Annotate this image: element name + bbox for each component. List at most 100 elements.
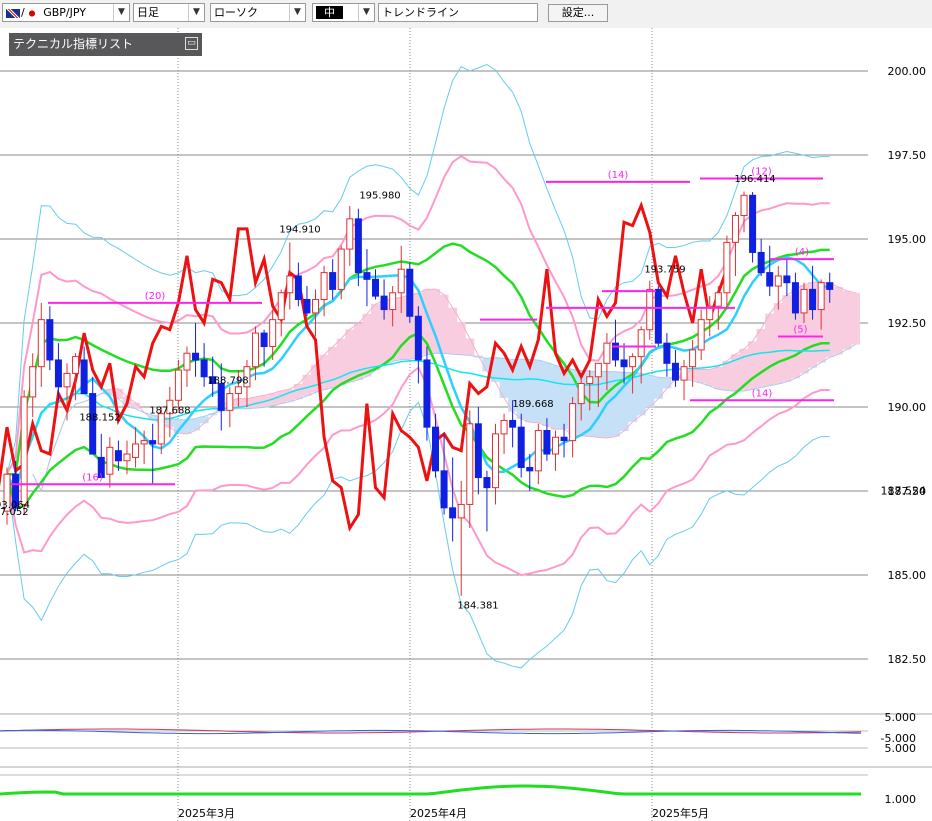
y-tick-label: 190.00 <box>888 401 927 414</box>
price-annotation: 195.980 <box>359 191 400 202</box>
candle-body <box>423 359 431 428</box>
candle-body <box>517 426 525 468</box>
collapse-icon[interactable]: ▭ <box>185 37 198 50</box>
y-tick-label: 197.50 <box>888 149 927 162</box>
candle-body <box>440 470 448 509</box>
candle-body <box>620 359 628 368</box>
candle-body <box>551 436 559 455</box>
y-tick-label: 195.00 <box>888 233 927 246</box>
price-annotation: 188.798 <box>207 375 248 386</box>
timeframe-label: 日足 <box>137 6 159 19</box>
y-tick-label: 182.50 <box>888 653 927 666</box>
sub2-tick-label: 5.000 <box>885 742 917 755</box>
size-select[interactable]: 中 ▼ <box>312 3 375 22</box>
candle-body <box>586 376 594 384</box>
candle-body <box>474 423 482 479</box>
candle-body <box>234 386 242 395</box>
level-label: (14) <box>608 170 629 181</box>
candle-body <box>406 268 414 317</box>
x-tick-label: 2025年5月 <box>652 806 709 820</box>
y-tick-label: 200.00 <box>888 65 927 78</box>
candle-body <box>346 218 354 250</box>
candle-body <box>449 507 457 519</box>
price-annotation: 7.052 <box>0 507 29 518</box>
x-tick-label: 2025年3月 <box>178 806 235 820</box>
level-label: (16) <box>82 472 103 483</box>
flag-uk-icon <box>6 8 20 18</box>
candle-body <box>363 272 371 280</box>
candle-body <box>577 382 585 405</box>
candle-body <box>654 288 662 344</box>
candle-body <box>329 272 337 290</box>
candle-body <box>663 342 671 364</box>
candle-body <box>483 477 491 489</box>
candle-body <box>252 332 260 368</box>
indicator-list-label: テクニカル指標リスト <box>13 37 134 51</box>
candle-body <box>226 393 234 411</box>
candle-body <box>149 440 157 445</box>
candle-body <box>286 275 294 294</box>
tool-field[interactable]: トレンドライン <box>378 3 538 22</box>
candle-body <box>637 329 645 358</box>
candle-body <box>140 440 148 445</box>
candle-body <box>740 194 748 216</box>
candle-body <box>157 413 165 445</box>
candle-body <box>543 430 551 455</box>
candle-body <box>192 352 200 361</box>
candle-body <box>457 503 465 519</box>
candle-body <box>380 295 388 311</box>
candle-body <box>354 218 362 274</box>
candle-body <box>534 430 542 472</box>
candle-body <box>174 369 182 401</box>
sub1-tick-label: 5.000 <box>885 711 917 724</box>
sub2-tick-label: 1.000 <box>885 793 917 806</box>
price-chart[interactable]: 200.00197.50195.00192.50190.00187.50185.… <box>0 28 932 821</box>
candle-body <box>432 426 439 472</box>
candle-body <box>63 372 71 388</box>
candle-body <box>260 332 268 348</box>
candle-body <box>46 319 54 361</box>
candle-body <box>114 450 122 462</box>
candle-body <box>731 214 739 243</box>
chart-style-select[interactable]: ローソク ▼ <box>210 3 306 22</box>
timeframe-select[interactable]: 日足 ▼ <box>133 3 205 22</box>
indicator-list-panel[interactable]: テクニカル指標リスト ▭ <box>9 33 202 56</box>
price-annotation: 188.152 <box>79 412 120 423</box>
symbol-select[interactable]: / GBP/JPY ▼ <box>2 3 130 22</box>
price-annotation: 194.910 <box>279 224 320 235</box>
price-annotation: 193.759 <box>644 265 685 276</box>
candle-body <box>697 319 705 351</box>
candle-body <box>509 419 517 428</box>
candle-body <box>800 288 808 314</box>
candle-body <box>466 423 474 505</box>
candle-body <box>560 436 568 442</box>
candle-body <box>37 319 45 368</box>
candle-body <box>671 362 679 381</box>
candle-body <box>80 359 88 395</box>
level-label: (14) <box>752 388 773 399</box>
candle-body <box>826 282 834 290</box>
y-tick-label: 185.00 <box>888 569 927 582</box>
chart-style-label: ローソク <box>214 6 258 19</box>
chevron-down-icon: ▼ <box>113 4 129 21</box>
candle-body <box>54 359 62 388</box>
candle-body <box>491 433 499 489</box>
chevron-down-icon: ▼ <box>188 4 204 21</box>
candle-body <box>89 393 97 455</box>
candle-body <box>629 356 637 368</box>
toolbar: / GBP/JPY ▼ 日足 ▼ ローソク ▼ 中 ▼ トレンドライン 設定..… <box>0 0 932 29</box>
candle-body <box>372 278 380 297</box>
candle-body <box>29 366 37 398</box>
candle-body <box>337 248 345 290</box>
level-label: (5) <box>793 324 807 335</box>
candle-body <box>646 288 654 331</box>
candle-body <box>749 194 757 253</box>
price-annotation: 189.668 <box>512 399 553 410</box>
candle-body <box>414 315 422 361</box>
price-annotation: 184.381 <box>457 601 498 612</box>
settings-button[interactable]: 設定... <box>548 4 608 22</box>
candle-body <box>526 466 534 472</box>
candle-body <box>312 298 320 314</box>
candle-body <box>603 342 611 364</box>
candle-body <box>183 352 191 371</box>
